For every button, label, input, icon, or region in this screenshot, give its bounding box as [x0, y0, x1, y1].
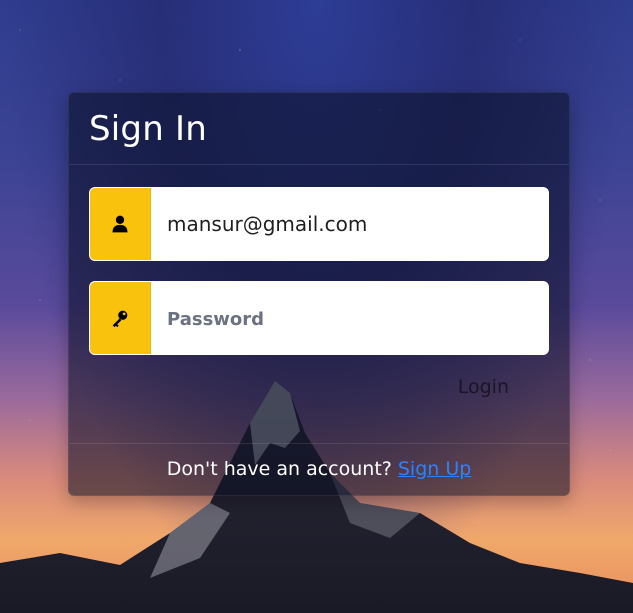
password-input-group	[89, 281, 549, 355]
signin-card-header: Sign In	[69, 93, 569, 165]
signup-link[interactable]: Sign Up	[398, 458, 471, 480]
email-field[interactable]	[151, 188, 548, 260]
signin-card-footer: Don't have an account? Sign Up	[69, 443, 569, 494]
page-title: Sign In	[89, 108, 207, 149]
login-button[interactable]: Login	[452, 375, 515, 399]
password-prefix	[90, 282, 151, 354]
password-field[interactable]	[151, 282, 548, 354]
user-icon	[110, 214, 130, 234]
email-prefix	[90, 188, 151, 260]
email-input-group	[89, 187, 549, 261]
key-icon	[109, 307, 131, 329]
signup-prompt: Don't have an account?	[166, 458, 392, 480]
signin-form: Login	[69, 165, 569, 443]
signin-card: Sign In mansur@gmail.com Login Don't hav…	[68, 92, 570, 496]
